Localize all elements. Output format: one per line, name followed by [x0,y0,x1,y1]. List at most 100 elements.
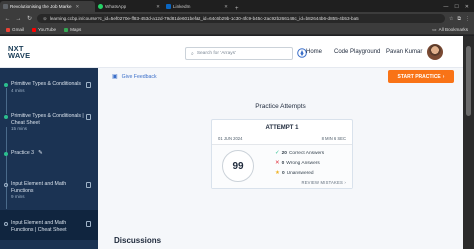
bookmark-label: YouTube [38,27,57,32]
nav-code-playground[interactable]: Code Playground [334,36,380,68]
close-icon[interactable]: ✕ [76,4,80,10]
correct-count: 20 [281,150,287,156]
close-icon[interactable]: ✕ [156,4,160,10]
sidebar-item-duration: 4 mins [11,87,25,93]
review-mistakes-label: REVIEW MISTAKES [301,180,344,185]
tab-label: WhatsApp [105,4,127,9]
sidebar-item-label: Input Element and Math Functions | Cheat… [11,220,67,233]
wrong-label: Wrong Answers [286,160,320,166]
screen: { "browser": { "tabs": [ {"label": "Revo… [0,0,474,249]
document-icon [86,182,91,188]
tab-label: LinkedIn [173,4,191,9]
close-icon[interactable]: ✕ [224,4,228,10]
gmail-icon [6,27,10,32]
back-icon[interactable]: ← [4,16,11,22]
score-circle: 99 [222,150,254,182]
linkedin-icon [166,4,171,9]
bookmark-maps[interactable]: Maps [64,27,81,32]
avatar[interactable] [427,44,443,60]
document-icon [86,114,91,120]
search-placeholder: Search for 'Arrays' [196,51,236,56]
logo-line-2: WAVE [8,50,31,60]
start-practice-label: START PRACTICE [397,73,441,80]
feedback-label: Give Feedback [121,73,157,80]
tab-label: Revolutionising the Job Marke [10,4,72,9]
discussions-heading: Discussions [114,236,162,245]
folder-icon: ▭ [432,26,437,32]
toolbar-icons: ☆ ⧉ ⋮ [449,16,470,22]
browser-tab-whatsapp[interactable]: WhatsApp ✕ [95,1,163,12]
attempt-meta: 01 JUN 2024 8 MIN 6 SEC [218,136,346,141]
unanswered-count: 0 [281,170,285,176]
edit-icon: ✎ [38,150,43,156]
correct-label: Correct Answers [288,150,325,156]
stat-correct: ✓ 20 Correct Answers [275,150,324,156]
bookmarks-bar: Gmail YouTube Maps ▭ All Bookmarks [0,25,474,35]
sidebar-item-label: Practice 3 [11,150,35,156]
chevron-right-icon: › [344,180,346,185]
page-scrollbar[interactable] [463,36,474,249]
cross-icon: ✕ [275,160,280,166]
stat-wrong: ✕ 0 Wrong Answers [275,160,320,166]
attempt-body: 99 ✓ 20 Correct Answers ✕ 0 Wrong Answer… [212,144,352,188]
start-practice-button[interactable]: START PRACTICE › [388,70,454,83]
close-window-icon[interactable]: ✕ [465,4,469,10]
sidebar-item-label: Primitive Types & Conditionals | Cheat S… [11,113,84,126]
sidebar-item-input-cheat-sheet[interactable]: Input Element and Math Functions | Cheat… [0,220,98,233]
unanswered-label: Unanswered [286,170,314,176]
stat-unanswered: ★ 0 Unanswered [275,170,314,176]
browser-tab-linkedin[interactable]: LinkedIn ✕ [163,1,231,12]
feedback-icon: ▣ [112,74,118,80]
star-icon: ★ [275,170,280,176]
all-bookmarks[interactable]: ▭ All Bookmarks [432,27,468,33]
bookmark-youtube[interactable]: YouTube [32,27,56,32]
sidebar-item-duration: 15 mins [11,126,28,131]
attempt-date: 01 JUN 2024 [218,136,243,141]
bookmark-gmail[interactable]: Gmail [6,27,24,32]
menu-icon[interactable]: ⋮ [465,16,470,22]
give-feedback-link[interactable]: ▣ Give Feedback [112,73,157,81]
sidebar-item-label: Input Element and Math Functions [11,181,67,194]
sidebar-item-practice-3[interactable]: Practice 3 ✎ [0,150,98,157]
youtube-icon [32,27,36,32]
search-icon: ⌕ [191,50,194,57]
address-bar-row: ← → ↻ ⊜ learning.ccbp.in/course?c_id=5ef… [0,12,474,25]
user-name[interactable]: Pavan Kumar [386,36,422,68]
wrong-count: 0 [281,160,285,166]
window-controls: — ☐ ✕ [443,1,474,12]
browser-tab-active[interactable]: Revolutionising the Job Marke ✕ [0,1,95,12]
url-text: learning.ccbp.in/course?c_id=5ef0270e-ff… [49,16,359,21]
search-input[interactable]: ⌕ Search for 'Arrays' [185,47,293,60]
sidebar-item-cheat-sheet[interactable]: Primitive Types & Conditionals | Cheat S… [0,113,98,133]
sidebar-item-label: Primitive Types & Conditionals [11,81,81,87]
minimize-icon[interactable]: — [443,4,448,10]
url-field[interactable]: ⊜ learning.ccbp.in/course?c_id=5ef0270e-… [37,14,445,23]
all-bookmarks-label: All Bookmarks [438,27,468,32]
nxtwave-logo[interactable]: NXT WAVE [8,44,31,60]
sidebar-item-input-element[interactable]: Input Element and Math Functions 9 mins [0,181,98,201]
bookmark-label: Gmail [12,27,24,32]
browser-tab-strip: Revolutionising the Job Marke ✕ WhatsApp… [0,0,474,12]
attempt-duration: 8 MIN 6 SEC [321,136,346,141]
forward-icon[interactable]: → [15,16,22,22]
main-content: ▣ Give Feedback START PRACTICE › Practic… [98,68,463,249]
course-sidebar: Primitive Types & Conditionals 4 mins Pr… [0,68,98,249]
sidebar-item-duration: 9 mins [11,194,25,199]
site-info-icon[interactable]: ⊜ [43,16,47,22]
extensions-icon[interactable]: ⧉ [457,16,461,22]
star-icon[interactable]: ☆ [449,16,453,22]
reload-icon[interactable]: ↻ [26,15,33,22]
whatsapp-icon [98,4,103,9]
arrow-right-icon: › [442,73,445,80]
document-icon [86,221,91,227]
sidebar-item-primitive-types[interactable]: Primitive Types & Conditionals 4 mins [0,81,98,94]
maximize-icon[interactable]: ☐ [454,4,458,10]
bookmark-label: Maps [70,27,82,32]
nav-home[interactable]: Home [306,36,322,68]
scrollbar-thumb[interactable] [466,46,471,116]
app-header: NXT WAVE ⌕ Search for 'Arrays' Home Code… [0,36,463,68]
attempt-card: ATTEMPT 1 01 JUN 2024 8 MIN 6 SEC 99 ✓ 2… [211,119,353,189]
check-icon: ✓ [275,150,280,156]
review-mistakes-link[interactable]: REVIEW MISTAKES › [301,180,346,185]
tab-favicon [3,4,8,9]
